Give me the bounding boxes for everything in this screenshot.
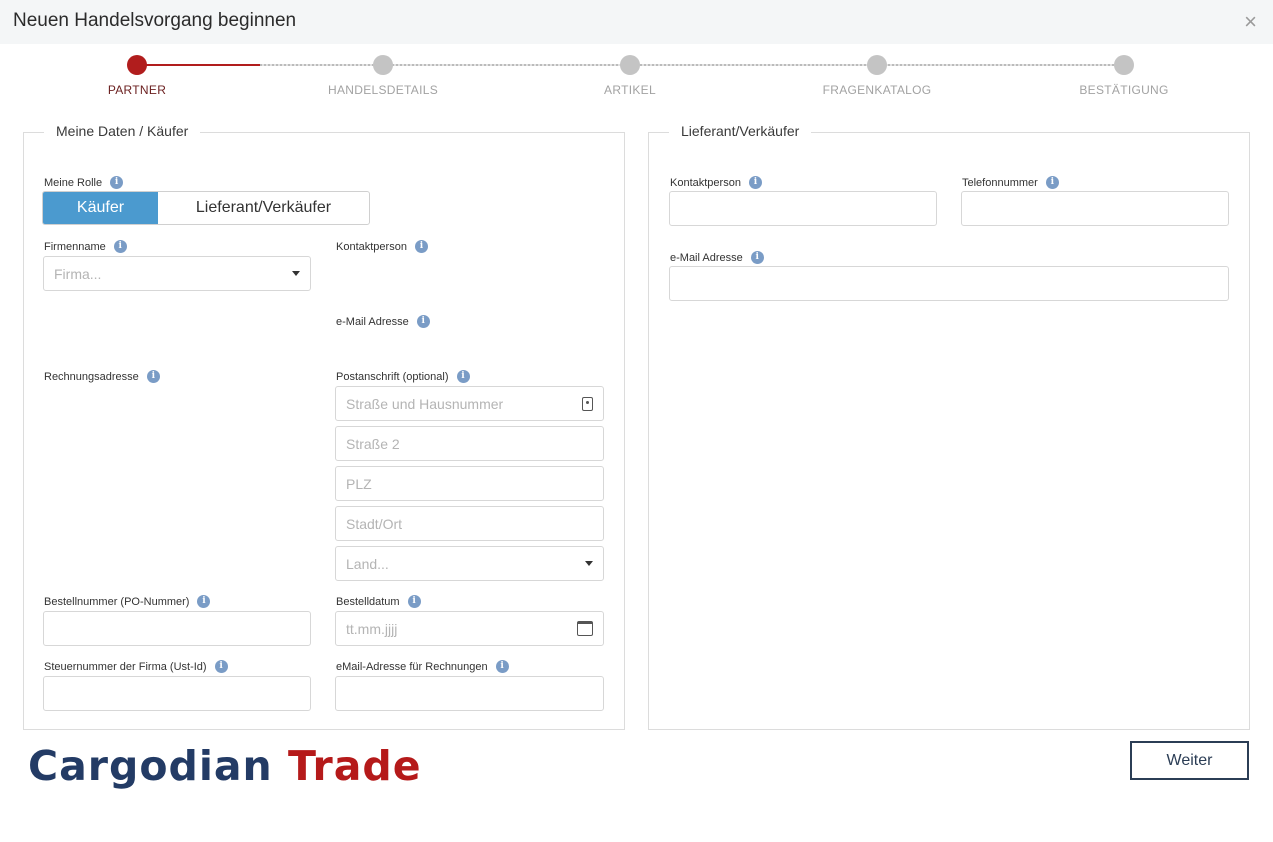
- city-input[interactable]: Stadt/Ort: [335, 506, 604, 541]
- street-placeholder: Straße und Hausnummer: [346, 395, 504, 412]
- info-icon[interactable]: i: [197, 595, 211, 608]
- dialog-header: Neuen Handelsvorgang beginnen ×: [0, 0, 1273, 44]
- invoice-email-input[interactable]: [335, 676, 604, 711]
- buyer-contact-label: Kontaktperson i: [336, 240, 428, 253]
- seller-email-label: e-Mail Adresse i: [670, 251, 764, 264]
- address-book-icon[interactable]: [582, 396, 593, 411]
- next-button[interactable]: Weiter: [1130, 741, 1249, 780]
- step-label-bestaetigung[interactable]: BESTÄTIGUNG: [1079, 83, 1168, 97]
- logo-part-cargodian: Cargodian: [28, 742, 273, 790]
- seller-phone-label: Telefonnummer i: [962, 176, 1059, 189]
- invoice-email-label: eMail-Adresse für Rechnungen i: [336, 660, 509, 673]
- order-date-label: Bestelldatum i: [336, 595, 421, 608]
- buyer-email-label: e-Mail Adresse i: [336, 315, 430, 328]
- progress-track-active: [137, 64, 260, 66]
- seller-email-label-text: e-Mail Adresse: [670, 251, 743, 264]
- billing-address-label: Rechnungsadresse i: [44, 370, 160, 383]
- seller-contact-label: Kontaktperson i: [670, 176, 762, 189]
- postal-address-label: Postanschrift (optional) i: [336, 370, 470, 383]
- step-label-fragenkatalog[interactable]: FRAGENKATALOG: [823, 83, 932, 97]
- progress-stepper: PARTNER HANDELSDETAILS ARTIKEL FRAGENKAT…: [0, 52, 1273, 102]
- step-dot-bestaetigung[interactable]: [1114, 55, 1134, 75]
- street2-placeholder: Straße 2: [346, 435, 400, 452]
- buyer-legend: Meine Daten / Käufer: [44, 123, 201, 139]
- tax-id-label-text: Steuernummer der Firma (Ust-Id): [44, 660, 207, 673]
- info-icon[interactable]: i: [113, 240, 127, 253]
- step-dot-partner[interactable]: [127, 55, 147, 75]
- step-label-handelsdetails[interactable]: HANDELSDETAILS: [328, 83, 438, 97]
- zip-placeholder: PLZ: [346, 475, 372, 492]
- logo-part-trade: Trade: [288, 742, 422, 790]
- role-option-seller[interactable]: Lieferant/Verkäufer: [158, 192, 369, 224]
- close-icon[interactable]: ×: [1244, 11, 1257, 33]
- info-icon[interactable]: i: [1045, 176, 1059, 189]
- info-icon[interactable]: i: [750, 251, 764, 264]
- info-icon[interactable]: i: [456, 370, 470, 383]
- seller-contact-label-text: Kontaktperson: [670, 176, 741, 189]
- company-label-text: Firmenname: [44, 240, 106, 253]
- chevron-down-icon: [585, 561, 593, 566]
- company-select[interactable]: Firma...: [43, 256, 311, 291]
- brand-logo: Cargodian Trade: [28, 742, 422, 790]
- po-number-label-text: Bestellnummer (PO-Nummer): [44, 595, 190, 608]
- step-label-partner[interactable]: PARTNER: [108, 83, 166, 97]
- info-icon[interactable]: i: [414, 240, 428, 253]
- role-toggle[interactable]: Käufer Lieferant/Verkäufer: [42, 191, 370, 225]
- info-icon[interactable]: i: [748, 176, 762, 189]
- step-dot-artikel[interactable]: [620, 55, 640, 75]
- seller-phone-label-text: Telefonnummer: [962, 176, 1038, 189]
- street2-input[interactable]: Straße 2: [335, 426, 604, 461]
- seller-email-input[interactable]: [669, 266, 1229, 301]
- zip-input[interactable]: PLZ: [335, 466, 604, 501]
- info-icon[interactable]: i: [407, 595, 421, 608]
- street-input[interactable]: Straße und Hausnummer: [335, 386, 604, 421]
- order-date-label-text: Bestelldatum: [336, 595, 400, 608]
- order-date-input[interactable]: tt.mm.jjjj: [335, 611, 604, 646]
- billing-address-label-text: Rechnungsadresse: [44, 370, 139, 383]
- buyer-contact-label-text: Kontaktperson: [336, 240, 407, 253]
- role-label-text: Meine Rolle: [44, 176, 103, 189]
- seller-phone-input[interactable]: [961, 191, 1229, 226]
- info-icon[interactable]: i: [146, 370, 160, 383]
- info-icon[interactable]: i: [495, 660, 509, 673]
- info-icon[interactable]: i: [416, 315, 430, 328]
- postal-address-label-text: Postanschrift (optional): [336, 370, 449, 383]
- seller-legend: Lieferant/Verkäufer: [669, 123, 812, 139]
- buyer-email-label-text: e-Mail Adresse: [336, 315, 409, 328]
- role-option-buyer[interactable]: Käufer: [43, 192, 158, 224]
- country-select[interactable]: Land...: [335, 546, 604, 581]
- po-number-input[interactable]: [43, 611, 311, 646]
- tax-id-label: Steuernummer der Firma (Ust-Id) i: [44, 660, 228, 673]
- info-icon[interactable]: i: [110, 176, 124, 189]
- country-placeholder: Land...: [346, 555, 389, 572]
- seller-contact-input[interactable]: [669, 191, 937, 226]
- company-placeholder: Firma...: [54, 265, 102, 282]
- order-date-placeholder: tt.mm.jjjj: [346, 620, 398, 637]
- po-number-label: Bestellnummer (PO-Nummer) i: [44, 595, 211, 608]
- invoice-email-label-text: eMail-Adresse für Rechnungen: [336, 660, 488, 673]
- company-label: Firmenname i: [44, 240, 127, 253]
- dialog-title: Neuen Handelsvorgang beginnen: [13, 10, 297, 31]
- chevron-down-icon: [292, 271, 300, 276]
- calendar-icon[interactable]: [577, 621, 593, 636]
- info-icon[interactable]: i: [214, 660, 228, 673]
- tax-id-input[interactable]: [43, 676, 311, 711]
- step-label-artikel[interactable]: ARTIKEL: [604, 83, 656, 97]
- city-placeholder: Stadt/Ort: [346, 515, 403, 532]
- role-label: Meine Rolle i: [44, 176, 124, 189]
- step-dot-handelsdetails[interactable]: [373, 55, 393, 75]
- step-dot-fragenkatalog[interactable]: [867, 55, 887, 75]
